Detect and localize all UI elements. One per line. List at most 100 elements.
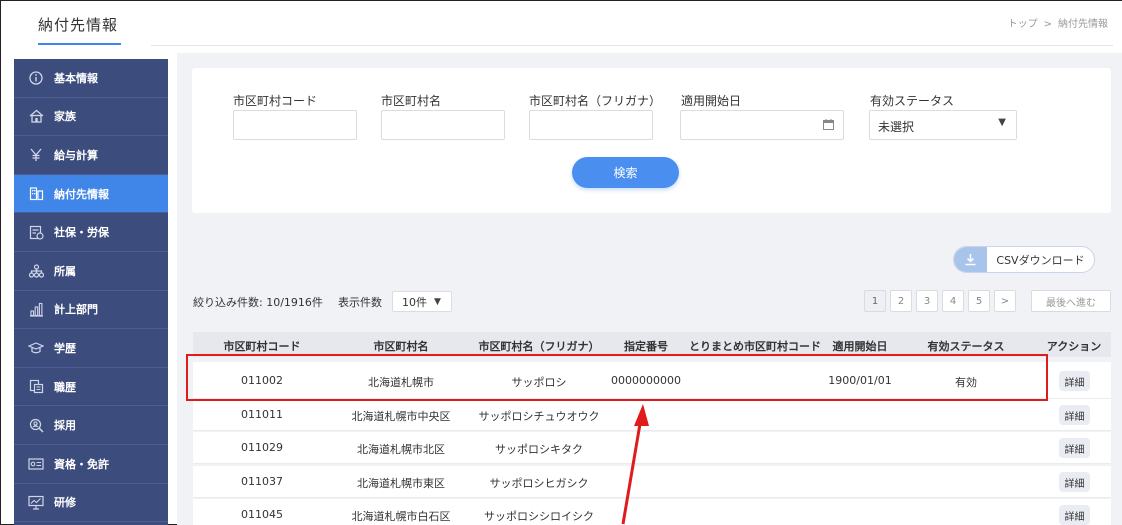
caret-down-icon: ▼	[434, 296, 441, 307]
name-label: 市区町村名	[381, 94, 442, 108]
table-row: 011045 北海道札幌市白石区 サッポロシシロイシク 詳細	[193, 499, 1111, 525]
page-title: 納付先情報	[38, 16, 119, 34]
detail-button[interactable]: 詳細	[1059, 371, 1090, 391]
last-page-button[interactable]: 最後へ進む	[1031, 290, 1111, 312]
sidebar-item-label: 資格・免許	[54, 457, 109, 471]
table-header: 市区町村コード 市区町村名 市区町村名（フリガナ） 指定番号 とりまとめ市区町村…	[193, 332, 1111, 357]
graduation-cap-icon	[28, 340, 44, 356]
certificate-icon	[28, 456, 44, 472]
cell-code: 011011	[241, 408, 283, 421]
caret-down-icon: ▼	[998, 117, 1006, 128]
sidebar-item-recruitment[interactable]: 採用	[14, 406, 168, 445]
cell-start-date: 1900/01/01	[828, 374, 892, 387]
cell-kana: サッポロシチュウオウク	[478, 410, 600, 423]
kana-input[interactable]	[529, 110, 653, 140]
download-icon	[954, 247, 987, 272]
info-icon	[28, 70, 44, 86]
per-page-select[interactable]: 10件 ▼	[392, 291, 452, 312]
sidebar: 基本情報 家族 給与計算 納付先情報 社保・労保 所属 計上部門 学歴 職歴 採…	[14, 59, 168, 525]
search-panel	[192, 68, 1111, 213]
status-label: 有効ステータス	[870, 94, 955, 108]
page-button-5[interactable]: 5	[968, 290, 990, 312]
code-input[interactable]	[233, 110, 357, 140]
sidebar-item-training[interactable]: 研修	[14, 484, 168, 523]
sidebar-item-label: 研修	[54, 496, 76, 510]
status-select[interactable]: 未選択 ▼	[869, 110, 1017, 140]
sidebar-item-work-history[interactable]: 職歴	[14, 368, 168, 407]
cell-kana: サッポロシ	[511, 376, 567, 389]
building-icon	[28, 186, 44, 202]
recruit-icon	[28, 417, 44, 433]
sidebar-item-payment-destination[interactable]: 納付先情報	[14, 174, 168, 214]
column-header: 有効ステータス	[927, 340, 1005, 353]
sidebar-item-label: 計上部門	[54, 303, 98, 317]
column-header: 市区町村名	[373, 340, 429, 353]
calendar-icon[interactable]	[823, 119, 834, 130]
per-page-label: 表示件数	[338, 296, 382, 309]
sidebar-item-label: 社保・労保	[54, 226, 109, 240]
breadcrumb: トップ > 納付先情報	[1005, 15, 1111, 30]
sidebar-item-label: 納付先情報	[54, 187, 109, 201]
start-date-input[interactable]	[680, 110, 844, 140]
start-date-label: 適用開始日	[681, 94, 742, 108]
csv-download-button[interactable]: CSVダウンロード	[953, 246, 1095, 273]
cell-code: 011002	[241, 374, 283, 387]
sidebar-item-education[interactable]: 学歴	[14, 329, 168, 368]
sidebar-item-basic-info[interactable]: 基本情報	[14, 59, 168, 98]
cell-name: 北海道札幌市東区	[357, 477, 445, 490]
org-chart-icon	[28, 263, 44, 279]
table-row: 011002 北海道札幌市 サッポロシ 0000000000 1900/01/0…	[193, 362, 1111, 399]
page-button-1[interactable]: 1	[864, 290, 886, 312]
header-divider	[151, 45, 1113, 46]
search-button[interactable]: 検索	[572, 157, 679, 188]
page-button-4[interactable]: 4	[942, 290, 964, 312]
house-icon	[28, 108, 44, 124]
sidebar-item-label: 学歴	[54, 341, 76, 355]
sidebar-item-family[interactable]: 家族	[14, 98, 168, 137]
cell-status: 有効	[955, 376, 977, 389]
column-header: 適用開始日	[832, 340, 888, 353]
detail-button[interactable]: 詳細	[1059, 505, 1090, 525]
column-header: 指定番号	[624, 340, 668, 353]
pagination: 1 2 3 4 5 >	[864, 290, 1016, 312]
cell-number: 0000000000	[611, 374, 681, 387]
detail-button[interactable]: 詳細	[1059, 472, 1090, 492]
cell-code: 011045	[241, 508, 283, 521]
page-header: 納付先情報 トップ > 納付先情報	[1, 1, 1122, 53]
next-page-button[interactable]: >	[994, 290, 1016, 312]
cell-name: 北海道札幌市白石区	[351, 510, 451, 523]
breadcrumb-top[interactable]: トップ	[1008, 19, 1038, 30]
kana-label: 市区町村名（フリガナ）	[529, 94, 662, 108]
sidebar-item-label: 職歴	[54, 380, 76, 394]
title-underline	[38, 43, 121, 45]
cell-code: 011029	[241, 441, 283, 454]
name-input[interactable]	[381, 110, 505, 140]
sidebar-item-accounting-dept[interactable]: 計上部門	[14, 291, 168, 330]
sidebar-item-label: 基本情報	[54, 71, 98, 85]
sidebar-item-affiliation[interactable]: 所属	[14, 252, 168, 291]
status-select-value: 未選択	[878, 120, 915, 134]
yen-icon	[28, 147, 44, 163]
code-label: 市区町村コード	[233, 94, 318, 108]
sidebar-item-qualifications[interactable]: 資格・免許	[14, 445, 168, 484]
result-count: 絞り込み件数: 10/1916件	[193, 296, 323, 309]
csv-download-label: CSVダウンロード	[996, 253, 1085, 267]
cell-kana: サッポロシキタク	[495, 443, 583, 456]
detail-button[interactable]: 詳細	[1059, 405, 1090, 425]
detail-button[interactable]: 詳細	[1059, 438, 1090, 458]
insurance-icon	[28, 224, 44, 240]
cell-kana: サッポロシシロイシク	[484, 510, 594, 523]
bar-chart-icon	[28, 301, 44, 317]
sidebar-item-social-insurance[interactable]: 社保・労保	[14, 213, 168, 252]
cell-code: 011037	[241, 475, 283, 488]
per-page-value: 10件	[402, 295, 427, 309]
table-row: 011011 北海道札幌市中央区 サッポロシチュウオウク 詳細	[193, 399, 1111, 431]
sidebar-item-label: 家族	[54, 110, 76, 124]
sidebar-item-payroll[interactable]: 給与計算	[14, 136, 168, 175]
training-icon	[28, 494, 44, 510]
breadcrumb-current: 納付先情報	[1058, 19, 1108, 30]
briefcase-icon	[28, 379, 44, 395]
page-button-3[interactable]: 3	[916, 290, 938, 312]
table-row: 011029 北海道札幌市北区 サッポロシキタク 詳細	[193, 432, 1111, 464]
page-button-2[interactable]: 2	[890, 290, 912, 312]
